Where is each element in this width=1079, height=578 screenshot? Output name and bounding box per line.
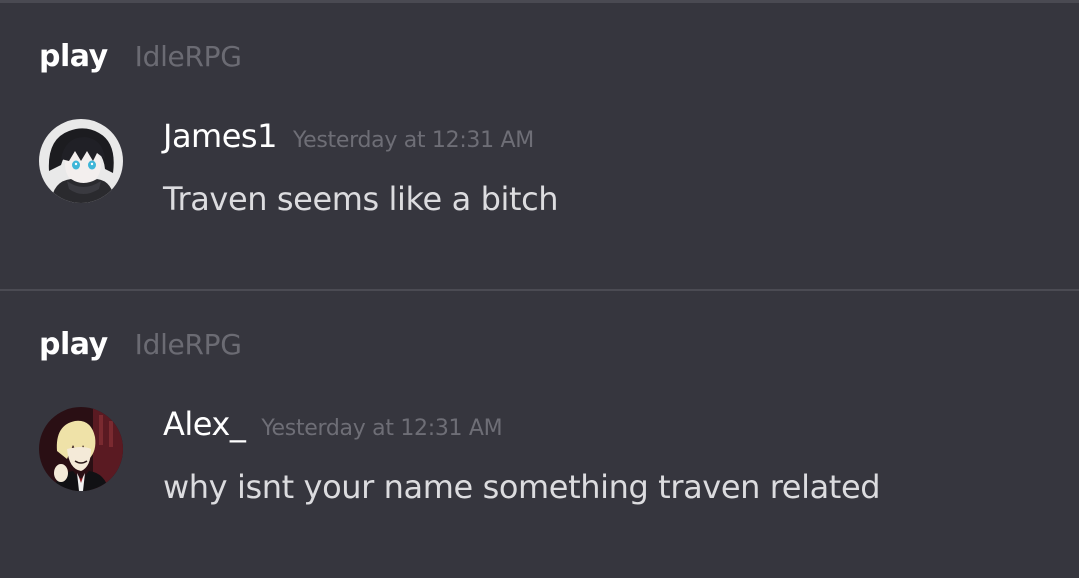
- anime-boy-avatar-icon: [39, 119, 123, 203]
- channel-name[interactable]: play: [39, 327, 108, 362]
- timestamp: Yesterday at 12:31 AM: [261, 416, 503, 441]
- username[interactable]: James1: [163, 117, 277, 155]
- avatar[interactable]: [39, 407, 123, 491]
- message-text: why isnt your name something traven rela…: [163, 468, 881, 506]
- avatar[interactable]: [39, 119, 123, 203]
- message-text: Traven seems like a bitch: [163, 180, 559, 218]
- channel-context: play IdleRPG: [39, 327, 242, 362]
- server-name[interactable]: IdleRPG: [135, 40, 242, 73]
- message-block: play IdleRPG James1 Yesterday at 12:31 A…: [0, 3, 1079, 290]
- message-block: play IdleRPG Alex_ Yesterday at 12:31 AM…: [0, 291, 1079, 578]
- channel-name[interactable]: play: [39, 39, 108, 74]
- server-name[interactable]: IdleRPG: [135, 328, 242, 361]
- timestamp: Yesterday at 12:31 AM: [292, 128, 534, 153]
- message-header: Alex_ Yesterday at 12:31 AM: [163, 405, 503, 443]
- message-header: James1 Yesterday at 12:31 AM: [163, 117, 534, 155]
- username[interactable]: Alex_: [163, 405, 246, 443]
- channel-context: play IdleRPG: [39, 39, 242, 74]
- anime-blonde-avatar-icon: [39, 407, 123, 491]
